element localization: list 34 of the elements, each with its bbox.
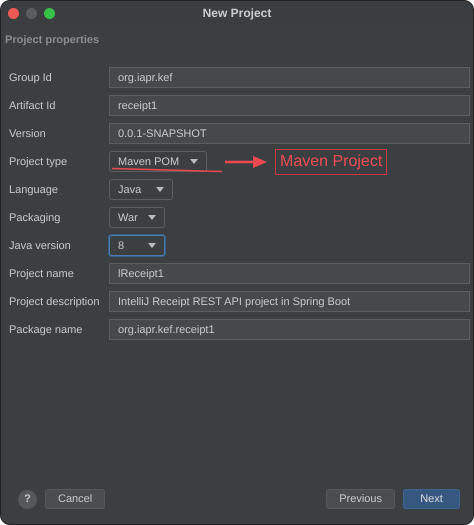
field-label: Language <box>8 184 59 196</box>
field-label: Project description <box>8 296 100 308</box>
dropdown[interactable]: 8 <box>109 235 165 256</box>
text-field[interactable]: org.iapr.kef.receipt1 <box>109 319 470 340</box>
section-heading: Project properties <box>4 33 100 48</box>
dropdown[interactable]: Java <box>109 179 173 200</box>
zoom-icon[interactable] <box>44 8 55 18</box>
field-label: Java version <box>8 240 72 252</box>
previous-button[interactable]: Previous <box>326 489 395 509</box>
dropdown[interactable]: Maven POM <box>109 151 207 172</box>
text-field[interactable]: receipt1 <box>109 95 470 116</box>
text-field[interactable]: IntelliJ Receipt REST API project in Spring Boot <box>109 291 470 312</box>
field-label: Project name <box>8 268 75 280</box>
field-label: Package name <box>8 324 84 336</box>
caret-icon <box>190 159 198 164</box>
text-field[interactable]: lReceipt1 <box>109 263 470 284</box>
text-field[interactable]: 0.0.1-SNAPSHOT <box>109 123 470 144</box>
field-label: Version <box>8 128 47 140</box>
caret-icon <box>156 187 164 192</box>
window-title: New Project <box>202 6 272 20</box>
text-field[interactable]: org.iapr.kef <box>109 67 470 88</box>
next-button[interactable]: Next <box>403 489 460 509</box>
caret-icon <box>148 215 156 220</box>
field-label: Group Id <box>8 72 53 84</box>
annotation-label: Maven Project <box>275 148 388 174</box>
field-label: Project type <box>8 156 68 168</box>
caret-icon <box>148 243 156 248</box>
field-label: Packaging <box>8 212 62 224</box>
close-icon[interactable] <box>8 8 19 18</box>
arrow-icon <box>225 156 267 168</box>
dropdown[interactable]: War <box>109 207 165 228</box>
field-label: Artifact Id <box>8 100 56 112</box>
help-button[interactable]: ? <box>18 490 37 508</box>
cancel-button[interactable]: Cancel <box>45 489 106 509</box>
